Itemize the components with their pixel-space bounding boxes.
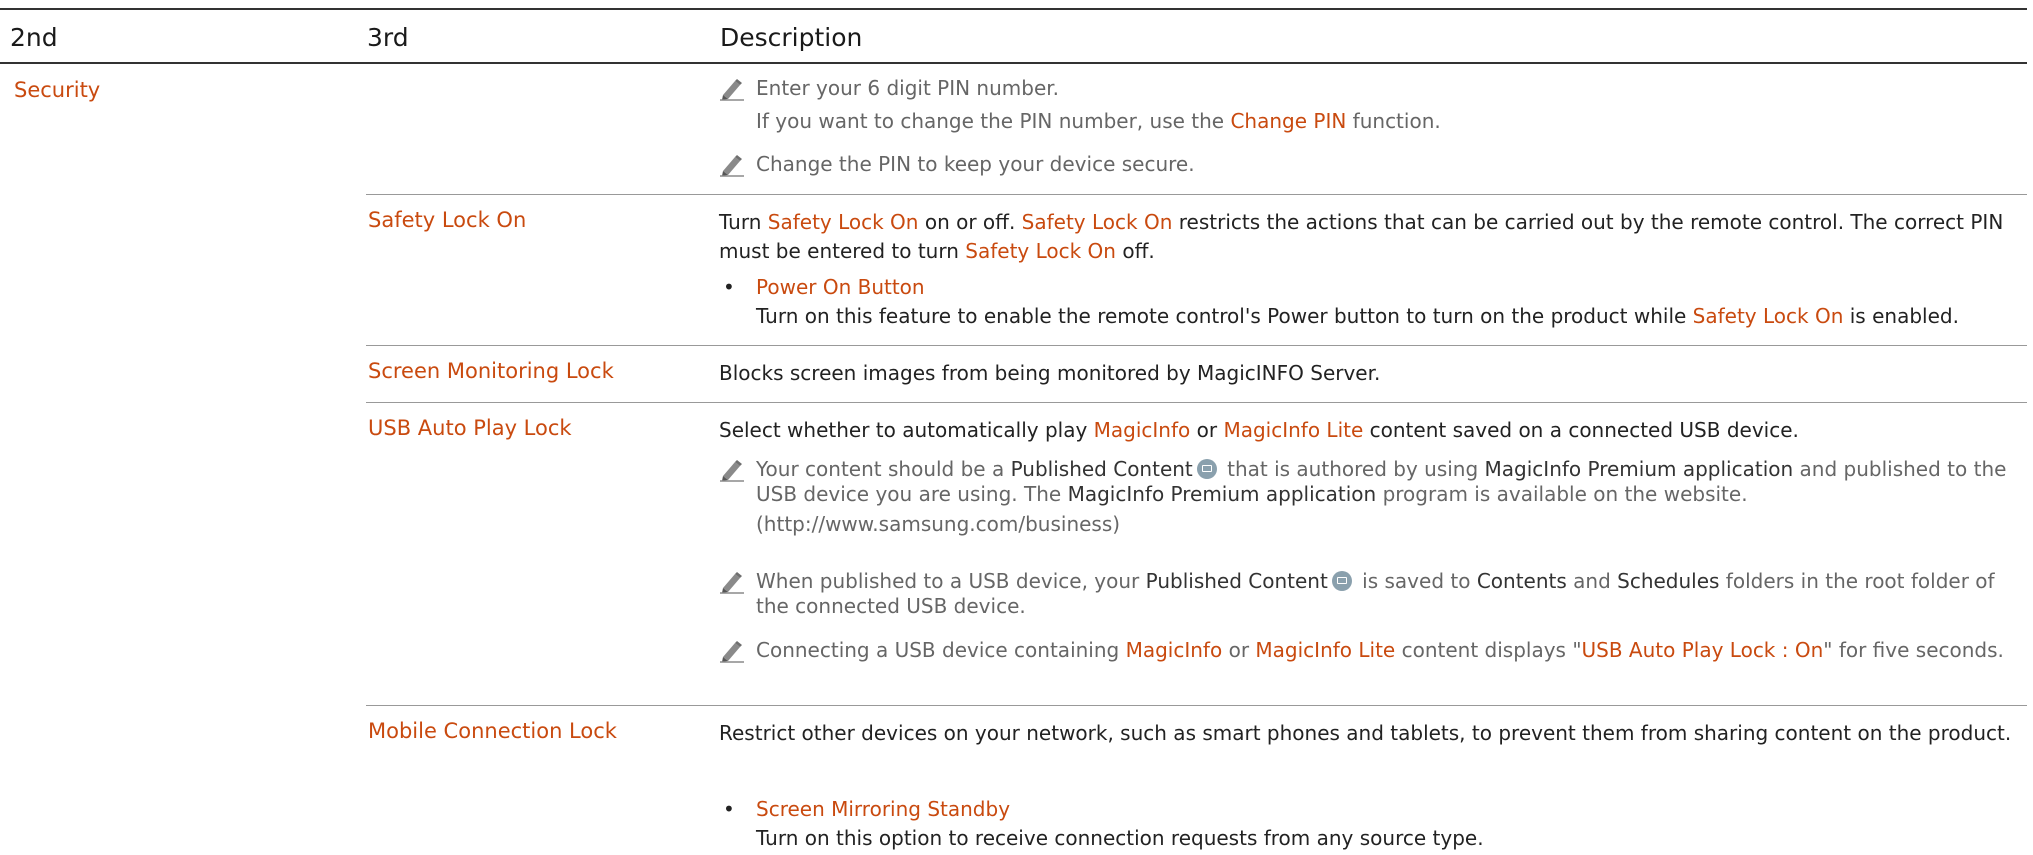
note-url: (http://www.samsung.com/business) <box>756 512 1121 536</box>
safety-lock-label: Safety Lock On <box>368 208 527 232</box>
settings-table: 2nd 3rd Description <box>0 8 2027 64</box>
bullet-desc: Turn on this feature to enable the remot… <box>756 304 1959 328</box>
usb-auto-play-desc: Select whether to automatically play Mag… <box>719 418 1799 442</box>
note-text: When published to a USB device, your Pub… <box>756 569 1995 618</box>
note-text: Your content should be a Published Conte… <box>756 457 2021 537</box>
note-text: Change the PIN to keep your device secur… <box>756 152 1195 176</box>
screen-monitoring-label: Screen Monitoring Lock <box>368 359 614 383</box>
section-security: Security <box>14 78 101 102</box>
bullet-title: Screen Mirroring Standby <box>756 797 1011 821</box>
published-content-icon <box>1196 459 1217 479</box>
bullet-title: Power On Button <box>756 275 925 299</box>
safety-lock-desc: Turn Safety Lock On on or off. Safety Lo… <box>719 210 2004 263</box>
header-3rd: 3rd <box>367 23 409 52</box>
manual-page: 2nd 3rd Description Security Enter your … <box>0 0 2033 854</box>
table-row-pin: Enter your 6 digit PIN number. If you wa… <box>366 62 2027 184</box>
table-row-mobile-connection: Mobile Connection Lock Restrict other de… <box>366 705 2027 855</box>
pencil-note-icon <box>720 641 744 663</box>
pencil-note-icon <box>720 155 744 177</box>
note-line: Enter your 6 digit PIN number. <box>756 76 1060 100</box>
note-text: Connecting a USB device containing Magic… <box>756 638 2004 662</box>
pencil-note-icon <box>720 460 744 482</box>
table-row-usb-auto-play: USB Auto Play Lock Select whether to aut… <box>366 402 2027 706</box>
mobile-connection-desc: Restrict other devices on your network, … <box>719 721 2012 745</box>
note-line: If you want to change the PIN number, us… <box>756 109 1441 133</box>
pencil-note-icon <box>720 79 744 101</box>
pencil-note-icon <box>720 572 744 594</box>
published-content-icon <box>1331 571 1352 591</box>
table-row-screen-monitoring: Screen Monitoring Lock Blocks screen ima… <box>366 345 2027 396</box>
usb-auto-play-label: USB Auto Play Lock <box>368 416 572 440</box>
screen-monitoring-desc: Blocks screen images from being monitore… <box>719 361 1381 385</box>
header-2nd: 2nd <box>10 23 58 52</box>
header-description: Description <box>720 23 863 52</box>
change-pin-link: Change PIN <box>1230 109 1347 133</box>
mobile-connection-label: Mobile Connection Lock <box>368 719 617 743</box>
table-header: 2nd 3rd Description <box>0 8 2027 64</box>
table-row-safety-lock: Safety Lock On Turn Safety Lock On on or… <box>366 194 2027 346</box>
bullet-desc: Turn on this option to receive connectio… <box>756 826 1484 850</box>
